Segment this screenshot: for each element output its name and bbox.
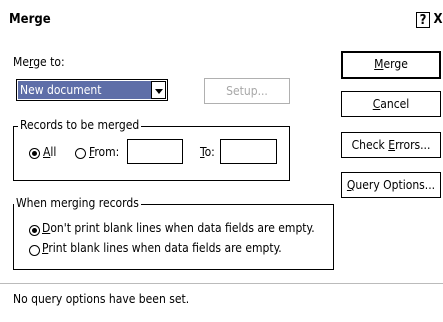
records-group-legend: Records to be merged: [18, 118, 142, 132]
merge-dialog: Merge ? X Merge to: New document Setup..…: [0, 0, 443, 322]
status-separator: [0, 283, 443, 284]
merge-button[interactable]: Merge: [341, 51, 441, 79]
radio-print-blank[interactable]: [29, 245, 40, 256]
check-errors-text-rest: rrors...: [395, 138, 431, 152]
setup-button[interactable]: Setup...: [204, 78, 290, 104]
query-options-button[interactable]: Query Options...: [341, 172, 441, 198]
merge-button-text: erge: [383, 57, 408, 71]
to-label: To:: [200, 145, 215, 159]
merge-to-selected-value: New document: [18, 81, 151, 99]
merge-to-label: Merge to:: [13, 55, 65, 69]
close-button[interactable]: X: [431, 12, 443, 28]
merge-to-label-text: Me: [13, 55, 29, 69]
option2-text: rint blank lines when data fields are em…: [48, 241, 282, 255]
status-text: No query options have been set.: [13, 292, 190, 306]
cancel-button[interactable]: Cancel: [341, 91, 441, 117]
option1-text: on't print blank lines when data fields …: [50, 221, 315, 235]
cancel-button-text: ancel: [380, 97, 410, 111]
to-label-text: o:: [204, 145, 215, 159]
query-options-text: uery Options...: [355, 178, 436, 192]
radio-all-label[interactable]: All: [43, 145, 56, 159]
radio-print-blank-label[interactable]: Print blank lines when data fields are e…: [42, 241, 282, 255]
radio-dont-print-blank-label[interactable]: Don't print blank lines when data fields…: [42, 221, 315, 235]
check-errors-button[interactable]: Check Errors...: [341, 132, 441, 158]
radio-from-text: rom:: [94, 145, 120, 159]
radio-all-text: ll: [50, 145, 57, 159]
when-merging-group: [13, 204, 334, 270]
radio-from[interactable]: [75, 148, 86, 159]
to-input[interactable]: [220, 139, 277, 164]
merge-to-dropdown[interactable]: New document: [16, 79, 168, 101]
dialog-title: Merge: [9, 12, 51, 27]
help-button[interactable]: ?: [416, 12, 430, 28]
from-input[interactable]: [127, 139, 183, 164]
radio-all[interactable]: [29, 148, 40, 159]
radio-from-label[interactable]: From:: [89, 145, 119, 159]
radio-dont-print-blank[interactable]: [29, 225, 40, 236]
merge-to-label-text-rest: ge to:: [33, 55, 65, 69]
chevron-down-icon[interactable]: [151, 81, 166, 99]
check-errors-text: Check: [351, 138, 389, 152]
when-merging-legend: When merging records: [14, 196, 141, 210]
